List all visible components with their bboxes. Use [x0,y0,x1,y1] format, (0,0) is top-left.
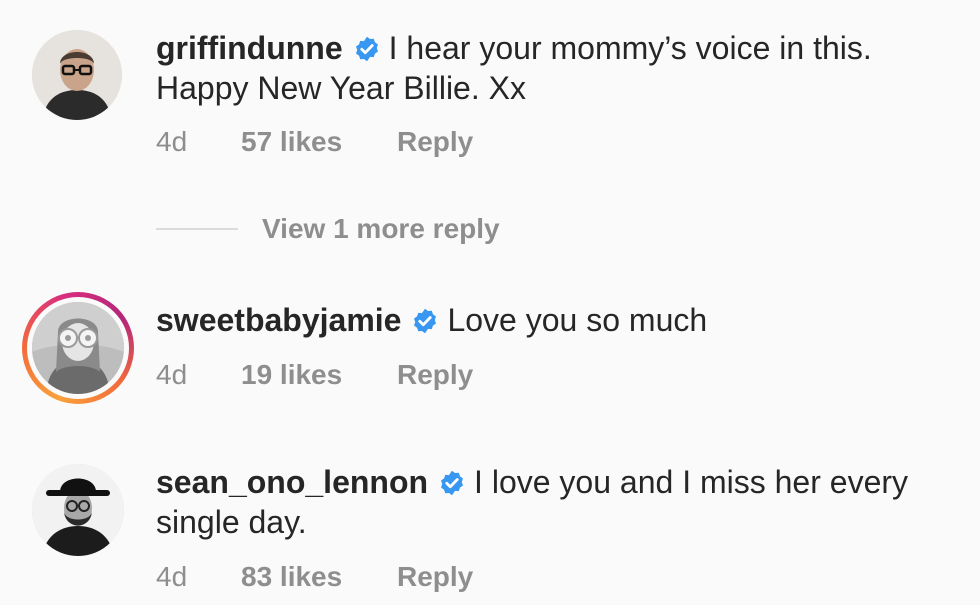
reply-button[interactable]: Reply [397,561,473,593]
avatar-image [32,30,122,120]
comment-body: sweetbabyjamie Love you so much [156,300,956,340]
comment-age: 4d [156,359,188,390]
view-more-replies-label[interactable]: View 1 more reply [262,212,500,246]
comment-age: 4d [156,126,188,157]
divider-line [156,228,238,230]
comment-age: 4d [156,561,188,592]
comment-body: griffindunne I hear your mommy’s voice in… [156,28,956,108]
username[interactable]: griffindunne [156,30,343,66]
reply-button[interactable]: Reply [397,359,473,391]
avatar[interactable] [32,302,124,394]
comment-body: sean_ono_lennon I love you and I miss her… [156,462,956,542]
verified-badge-icon [355,36,378,62]
comment-text: I hear your mommy’s voice in this. [388,30,872,66]
comment-text-continued: Happy New Year Billie. Xx [156,70,526,106]
reply-button[interactable]: Reply [397,126,473,158]
comment-text: Love you so much [447,302,708,338]
username[interactable]: sweetbabyjamie [156,302,401,338]
comment-text-continued: single day. [156,504,307,540]
likes-count[interactable]: 57 likes [241,126,342,158]
avatar[interactable] [32,464,124,556]
likes-count[interactable]: 83 likes [241,561,342,593]
verified-badge-icon [441,470,464,496]
avatar-image [32,302,124,394]
avatar-image [32,464,124,556]
avatar[interactable] [32,30,122,120]
comment-text: I love you and I miss her every [474,464,909,500]
likes-count[interactable]: 19 likes [241,359,342,391]
username[interactable]: sean_ono_lennon [156,464,428,500]
verified-badge-icon [414,308,437,334]
